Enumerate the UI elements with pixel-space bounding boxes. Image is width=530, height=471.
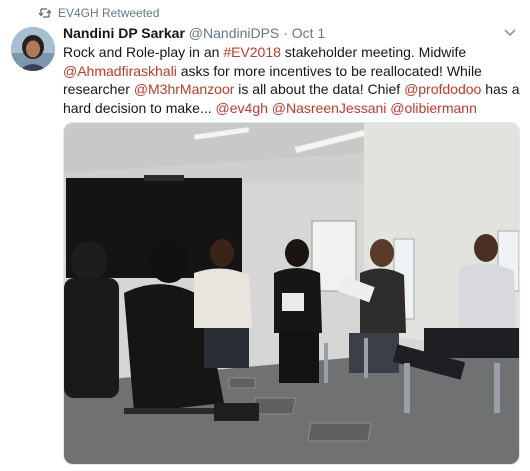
- tweet-text-segment: Rock and Role-play in an: [63, 44, 224, 60]
- mention-link[interactable]: @olibiermann: [390, 100, 477, 116]
- mention-link[interactable]: @ev4gh: [216, 100, 268, 116]
- tweet-text-segment: stakeholder meeting. Midwife: [280, 44, 467, 60]
- tweet-photo[interactable]: [63, 122, 520, 465]
- author-name[interactable]: Nandini DP Sarkar: [63, 25, 185, 41]
- chevron-down-icon[interactable]: [504, 29, 516, 37]
- hashtag-link[interactable]: #EV2018: [223, 44, 281, 60]
- author-handle[interactable]: @NandiniDPS: [189, 25, 279, 41]
- retweet-label[interactable]: EV4GH Retweeted: [58, 6, 159, 20]
- mention-link[interactable]: @profdodoo: [404, 81, 481, 97]
- header-separator: ·: [283, 25, 288, 41]
- tweet-text: Rock and Role-play in an #EV2018 stakeho…: [63, 43, 523, 117]
- tweet-header: Nandini DP Sarkar @NandiniDPS · Oct 1: [63, 25, 325, 41]
- mention-link[interactable]: @Ahmadfiraskhali: [63, 63, 177, 79]
- tweet-date[interactable]: Oct 1: [292, 25, 325, 41]
- mention-link[interactable]: @M3hrManzoor: [134, 81, 235, 97]
- avatar[interactable]: [11, 27, 55, 71]
- retweet-indicator: EV4GH Retweeted: [38, 6, 159, 20]
- mention-link[interactable]: @NasreenJessani: [272, 100, 387, 116]
- retweet-icon: [38, 8, 52, 18]
- tweet-text-segment: is all about the data! Chief: [234, 81, 405, 97]
